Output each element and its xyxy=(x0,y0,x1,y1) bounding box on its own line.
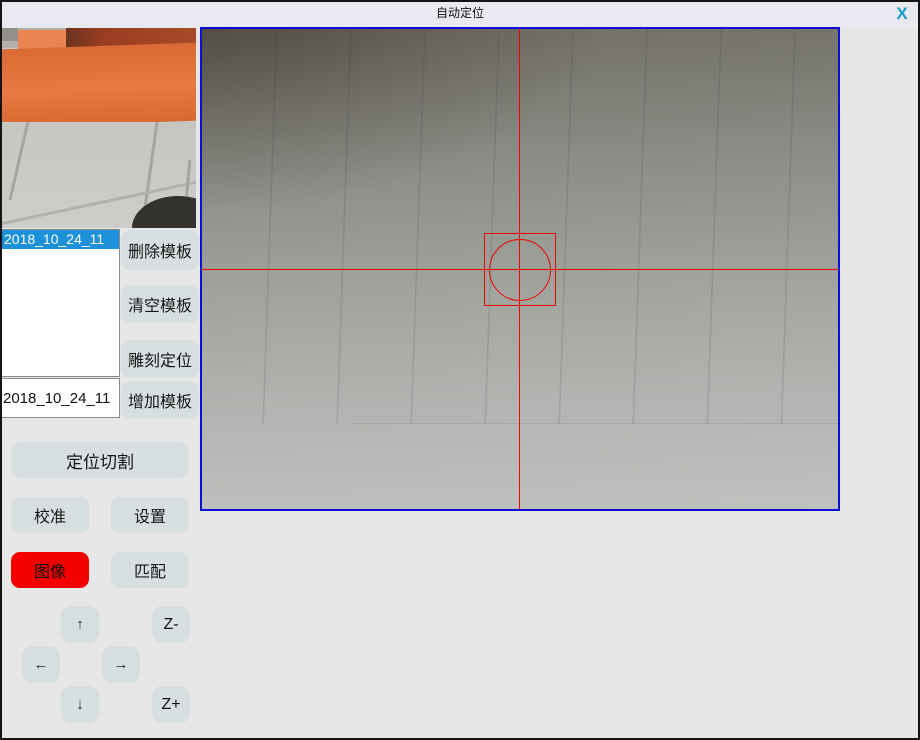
camera-image xyxy=(202,29,838,509)
calibrate-button[interactable]: 校准 xyxy=(11,497,89,533)
add-template-button[interactable]: 增加模板 xyxy=(121,381,199,419)
window-title: 自动定位 xyxy=(0,0,920,27)
target-circle-overlay xyxy=(489,239,551,301)
template-list-item-selected[interactable]: 2018_10_24_11 xyxy=(2,230,119,249)
jog-down-button[interactable]: ↓ xyxy=(61,686,99,723)
settings-button[interactable]: 设置 xyxy=(111,497,189,533)
jog-left-button[interactable]: ← xyxy=(22,646,60,683)
jog-right-button[interactable]: → xyxy=(102,646,140,683)
match-button[interactable]: 匹配 xyxy=(111,552,189,588)
close-icon[interactable]: X xyxy=(890,2,914,25)
jog-up-button[interactable]: ↑ xyxy=(61,606,99,643)
image-button[interactable]: 图像 xyxy=(11,552,89,588)
template-name-input[interactable] xyxy=(1,378,120,418)
z-plus-button[interactable]: Z+ xyxy=(152,686,190,723)
delete-template-button[interactable]: 删除模板 xyxy=(121,230,199,270)
engrave-position-button[interactable]: 雕刻定位 xyxy=(121,340,199,378)
z-minus-button[interactable]: Z- xyxy=(152,606,190,643)
camera-view[interactable] xyxy=(200,27,840,511)
clear-templates-button[interactable]: 清空模板 xyxy=(121,285,199,323)
position-cut-button[interactable]: 定位切割 xyxy=(11,442,189,478)
template-thumbnail xyxy=(2,28,196,228)
template-list[interactable]: 2018_10_24_11 xyxy=(1,229,120,377)
